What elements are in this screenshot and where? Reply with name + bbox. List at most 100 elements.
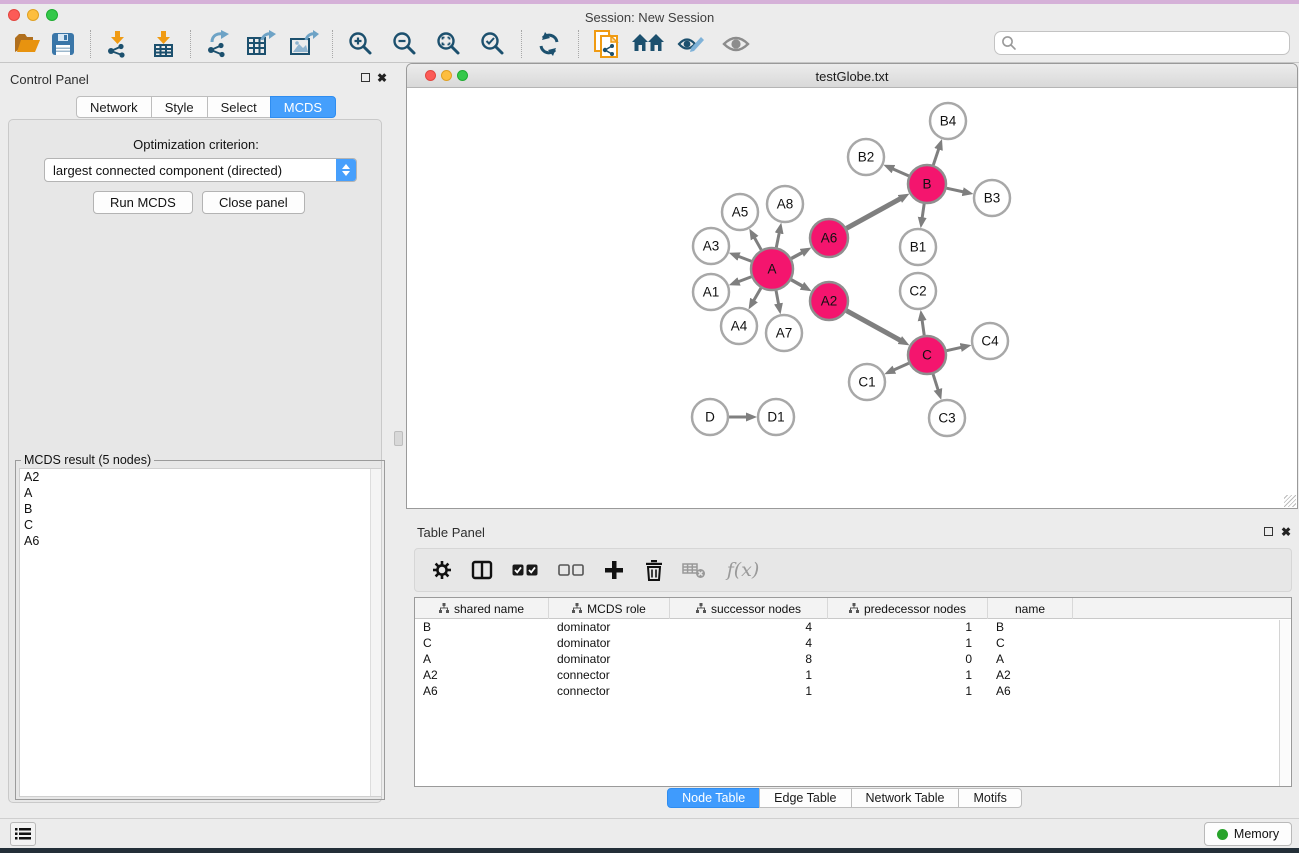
column-header-successor-nodes[interactable]: successor nodes (670, 598, 828, 619)
edge-A-A5[interactable] (754, 236, 762, 249)
node-B1[interactable]: B1 (900, 229, 936, 265)
edge-B-B4[interactable] (933, 148, 939, 165)
node-A2[interactable]: A2 (810, 282, 848, 320)
edge-A-A4[interactable] (753, 288, 761, 302)
edge-A-A8[interactable] (776, 231, 779, 247)
memory-button[interactable]: Memory (1204, 822, 1292, 846)
zoom-out-icon[interactable] (388, 28, 422, 60)
search-field[interactable] (994, 31, 1290, 55)
node-D[interactable]: D (692, 399, 728, 435)
node-B2[interactable]: B2 (848, 139, 884, 175)
edge-A-A6[interactable] (791, 252, 803, 259)
node-C2[interactable]: C2 (900, 273, 936, 309)
mcds-result-list[interactable]: A2ABCA6 (19, 468, 382, 797)
float-panel-icon[interactable] (361, 73, 370, 82)
application-window: Session: New Session (0, 0, 1299, 853)
node-C3[interactable]: C3 (929, 400, 965, 436)
node-C4[interactable]: C4 (972, 323, 1008, 359)
save-session-icon[interactable] (46, 28, 80, 60)
float-table-panel-icon[interactable] (1264, 527, 1273, 536)
edge-C-C1[interactable] (893, 363, 909, 370)
column-header-shared-name[interactable]: shared name (415, 598, 549, 619)
node-A3[interactable]: A3 (693, 228, 729, 264)
node-A8[interactable]: A8 (767, 186, 803, 222)
home-icon[interactable] (631, 28, 665, 60)
delete-column-icon[interactable] (641, 557, 667, 583)
import-table-icon[interactable] (147, 28, 181, 60)
settings-gear-icon[interactable] (429, 557, 455, 583)
node-B4[interactable]: B4 (930, 103, 966, 139)
table-cell: connector (549, 683, 670, 699)
export-network-icon[interactable] (201, 28, 235, 60)
edge-A6-B[interactable] (847, 198, 902, 228)
show-column-icon[interactable] (469, 557, 495, 583)
tab-motifs[interactable]: Motifs (958, 788, 1021, 808)
edge-A-A3[interactable] (737, 256, 751, 261)
node-C[interactable]: C (908, 336, 946, 374)
table-row[interactable]: Bdominator41B (415, 619, 1291, 635)
tab-edge-table[interactable]: Edge Table (759, 788, 851, 808)
select-all-icon[interactable] (509, 557, 541, 583)
node-A6[interactable]: A6 (810, 219, 848, 257)
node-A4[interactable]: A4 (721, 308, 757, 344)
zoom-fit-icon[interactable] (432, 28, 466, 60)
refresh-layout-icon[interactable] (532, 28, 566, 60)
edge-A-A7[interactable] (776, 291, 779, 306)
edge-C-C3[interactable] (933, 374, 938, 391)
network-canvas[interactable]: A A1 A2 A3 A4 A5 A6 A7 A8 B B1 B2 B3 B4 C C1 C2 C3 C4 D D1 (400, 88, 1290, 507)
edge-B-B1[interactable] (922, 204, 924, 219)
export-table-icon[interactable] (244, 28, 278, 60)
zoom-selected-icon[interactable] (476, 28, 510, 60)
open-session-icon[interactable] (10, 28, 44, 60)
node-A5[interactable]: A5 (722, 194, 758, 230)
task-history-button[interactable] (10, 822, 36, 846)
edge-C-C4[interactable] (947, 347, 963, 351)
table-row[interactable]: A6connector11A6 (415, 683, 1291, 699)
deselect-all-icon[interactable] (555, 557, 587, 583)
column-header-predecessor-nodes[interactable]: predecessor nodes (828, 598, 988, 619)
table-row[interactable]: A2connector11A2 (415, 667, 1291, 683)
edge-A-A2[interactable] (791, 280, 804, 287)
edge-B-B3[interactable] (947, 188, 965, 192)
export-image-icon[interactable] (287, 28, 321, 60)
tab-style[interactable]: Style (151, 96, 208, 118)
table-row[interactable]: Adominator80A (415, 651, 1291, 667)
zoom-in-icon[interactable] (344, 28, 378, 60)
node-C1[interactable]: C1 (849, 364, 885, 400)
table-row[interactable]: Cdominator41C (415, 635, 1291, 651)
mcds-list-scrollbar[interactable] (370, 469, 381, 796)
edge-B-B2[interactable] (892, 168, 909, 176)
table-scrollbar[interactable] (1279, 620, 1290, 786)
run-mcds-button[interactable]: Run MCDS (93, 191, 193, 214)
node-D1[interactable]: D1 (758, 399, 794, 435)
node-B3[interactable]: B3 (974, 180, 1010, 216)
node-B[interactable]: B (908, 165, 946, 203)
table-cell: dominator (549, 635, 670, 651)
graph-nodes[interactable]: A A1 A2 A3 A4 A5 A6 A7 A8 B B1 B2 B3 B4 C C1 C2 C3 C4 D D1 (692, 103, 1010, 436)
column-header-name[interactable]: name (988, 598, 1073, 619)
import-network-icon[interactable] (101, 28, 135, 60)
tab-mcds[interactable]: MCDS (270, 96, 336, 118)
optimization-select[interactable]: largest connected component (directed) (44, 158, 357, 182)
tab-network-table[interactable]: Network Table (851, 788, 960, 808)
edge-C-C2[interactable] (922, 319, 924, 335)
tab-select[interactable]: Select (207, 96, 271, 118)
close-panel-button[interactable]: Close panel (202, 191, 305, 214)
list-icon (15, 827, 31, 841)
search-input[interactable] (1017, 33, 1289, 53)
clone-network-icon[interactable] (589, 28, 623, 60)
edge-A2-C[interactable] (847, 311, 902, 341)
memory-label: Memory (1234, 827, 1279, 841)
node-A7[interactable]: A7 (766, 315, 802, 351)
column-header-MCDS-role[interactable]: MCDS role (549, 598, 670, 619)
close-table-panel-icon[interactable]: ✖ (1281, 527, 1291, 537)
tab-network[interactable]: Network (76, 96, 152, 118)
hide-graphics-details-icon[interactable] (674, 28, 708, 60)
edge-A-A1[interactable] (737, 277, 751, 282)
close-panel-icon[interactable]: ✖ (377, 73, 387, 83)
node-A1[interactable]: A1 (693, 274, 729, 310)
add-column-icon[interactable] (601, 557, 627, 583)
node-A[interactable]: A (751, 248, 793, 290)
node-table[interactable]: shared nameMCDS rolesuccessor nodesprede… (414, 597, 1292, 787)
tab-node-table[interactable]: Node Table (667, 788, 760, 808)
